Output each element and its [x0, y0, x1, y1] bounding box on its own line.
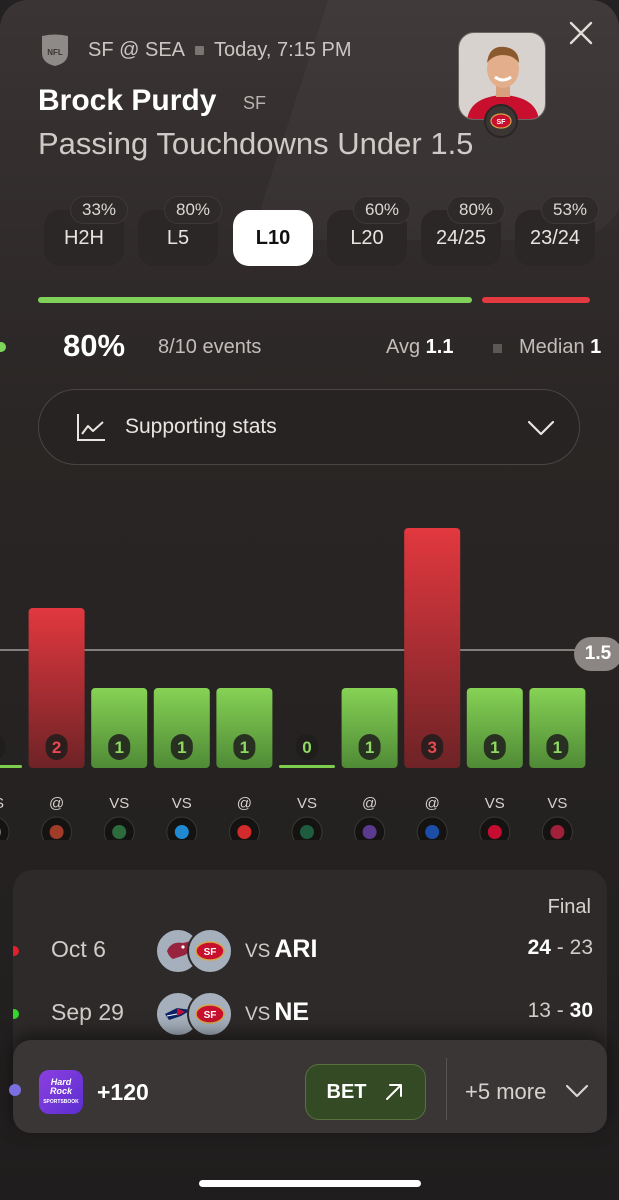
split-tabs: H2H 33% L5 80% L10 L20 60% 24/25 80% 23/… — [44, 196, 604, 268]
player-name: Brock Purdy — [38, 84, 217, 117]
arrow-up-right-icon — [385, 1084, 402, 1100]
opponent-logo-mark — [362, 825, 377, 839]
tab-l5-pct: 80% — [164, 196, 222, 224]
bar-value-label: 1 — [114, 738, 123, 757]
team-logos: SF — [155, 989, 245, 1039]
bar-chart: 0VS2@1VS1VS1@0VS1@3@1VS1VS — [0, 528, 586, 840]
bar-value-label: 3 — [427, 738, 436, 757]
indicator-dot — [0, 342, 6, 352]
game-log-chart: 0VS2@1VS1VS1@0VS1@3@1VS1VS 1.5 — [0, 480, 619, 840]
median-stat: Median 1 — [519, 336, 602, 358]
nfl-shield-icon: NFL — [42, 34, 68, 66]
hit-events: 8/10 events — [158, 336, 262, 358]
line-chart-icon — [77, 414, 105, 441]
game-time: Today, 7:15 PM — [214, 38, 352, 61]
chart-bar — [0, 765, 22, 768]
location-label: @ — [362, 795, 377, 812]
matchup-label: SF @ SEA — [88, 38, 185, 61]
location-label: @ — [237, 795, 252, 812]
location-label: VS — [109, 795, 129, 812]
opponent-logo-mark — [487, 825, 502, 839]
opponent-logo-mark — [49, 825, 64, 839]
result-dot — [13, 946, 19, 956]
separator — [195, 45, 204, 55]
bar-value-label: 2 — [52, 738, 61, 757]
bar-value-label: 1 — [177, 738, 186, 757]
odds-value: +120 — [97, 1079, 149, 1105]
tab-23-24-pct: 53% — [541, 196, 599, 224]
bar-value-label: 1 — [490, 738, 499, 757]
bar-value-pill — [0, 735, 5, 759]
prop-line-label: 1.5 — [574, 637, 619, 671]
game-info: NFL SF @ SEA Today, 7:15 PM — [40, 33, 351, 67]
close-button[interactable] — [566, 18, 596, 48]
final-score: 13 - 30 — [527, 999, 593, 1022]
location-label: VS — [547, 795, 567, 812]
opponent-logo-icon — [0, 817, 10, 840]
bar-value-label: 1 — [553, 738, 562, 757]
location-label: @ — [425, 795, 440, 812]
supporting-stats-label: Supporting stats — [125, 415, 277, 438]
team-logos: SF — [155, 926, 245, 976]
49ers-logo-icon: SF — [187, 991, 233, 1037]
close-icon — [569, 21, 593, 45]
opponent-label: VS ARI — [245, 935, 318, 963]
hard-rock-logo-icon: Hard Rock SPORTSBOOK — [39, 1070, 83, 1114]
game-status: Final — [547, 896, 591, 918]
bar-value-label: 1 — [365, 738, 374, 757]
opponent-logo-mark — [174, 825, 189, 839]
tab-24-25-pct: 80% — [447, 196, 505, 224]
svg-text:SF: SF — [497, 119, 507, 126]
result-dot — [13, 1009, 19, 1019]
svg-text:SF: SF — [204, 1010, 217, 1021]
opponent-logo-mark — [112, 825, 127, 839]
game-date: Oct 6 — [51, 936, 106, 962]
opponent-logo-mark — [237, 825, 252, 839]
tab-l20-pct: 60% — [353, 196, 411, 224]
more-books-button[interactable]: +5 more — [465, 1079, 546, 1105]
svg-text:NFL: NFL — [47, 48, 63, 57]
bar-value-label: 0 — [302, 738, 311, 757]
location-label: VS — [297, 795, 317, 812]
average-stat: Avg 1.1 — [386, 336, 454, 358]
bar-value-label: 1 — [240, 738, 249, 757]
hit-rate-bar-over — [482, 297, 590, 303]
home-indicator — [199, 1180, 421, 1187]
tab-h2h-pct: 33% — [70, 196, 128, 224]
supporting-stats-dropdown[interactable]: Supporting stats — [38, 389, 580, 465]
location-label: VS — [172, 795, 192, 812]
game-row[interactable]: Sep 29 SF VS NE 13 - 30 — [13, 989, 607, 1039]
chart-bar — [279, 765, 335, 768]
game-row[interactable]: Oct 6 SF VS ARI 24 - 23 — [13, 926, 607, 976]
final-score: 24 - 23 — [527, 936, 593, 959]
hit-rate-summary: 80% 8/10 events Avg 1.1 Median 1 — [0, 322, 619, 370]
opponent-logo-mark — [550, 825, 565, 839]
prop-title: Passing Touchdowns Under 1.5 — [38, 126, 474, 161]
opponent-label: VS NE — [245, 998, 310, 1026]
chevron-down-icon — [565, 1084, 589, 1098]
player-team: SF — [243, 93, 267, 113]
separator — [493, 344, 502, 353]
divider — [446, 1058, 447, 1120]
location-label: @ — [49, 795, 64, 812]
svg-text:SF: SF — [204, 947, 217, 958]
location-label: VS — [485, 795, 505, 812]
prop-detail-sheet: NFL SF @ SEA Today, 7:15 PM Brock Purdy … — [0, 0, 619, 1200]
chevron-down-icon — [527, 420, 555, 436]
chart-bar — [404, 528, 461, 768]
opponent-logo-mark — [300, 825, 314, 839]
bet-bar: Hard Rock SPORTSBOOK +120 BET +5 more — [9, 1040, 607, 1133]
bet-button[interactable]: BET — [305, 1064, 426, 1120]
hit-rate-bar-under — [38, 297, 472, 303]
49ers-logo-icon: SF — [490, 113, 512, 129]
hit-rate-value: 80% — [63, 328, 126, 363]
sportsbook-indicator — [9, 1084, 21, 1096]
tab-l10[interactable]: L10 — [233, 210, 313, 266]
location-label: VS — [0, 795, 4, 812]
49ers-logo-icon: SF — [187, 928, 233, 974]
team-logo-badge: SF — [484, 104, 518, 138]
game-date: Sep 29 — [51, 999, 124, 1025]
opponent-logo-mark — [425, 825, 440, 839]
